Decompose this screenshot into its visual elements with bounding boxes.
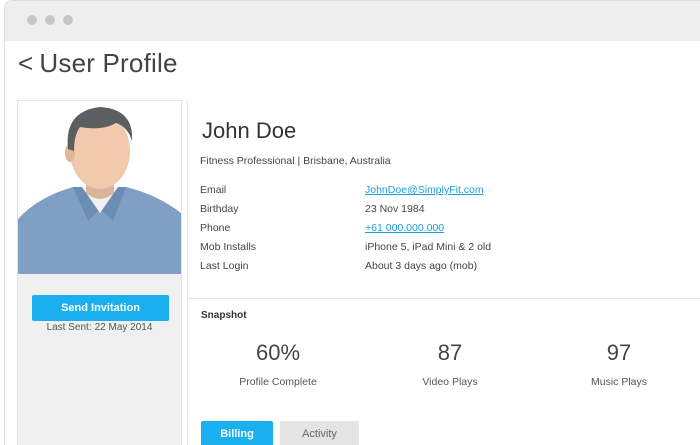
detail-label: Email: [200, 184, 227, 196]
tab-billing[interactable]: Billing: [201, 421, 273, 445]
detail-row-mob-installs: Mob Installs iPhone 5, iPad Mini & 2 old: [200, 241, 500, 260]
last-sent-date: 22 May 2014: [94, 322, 153, 333]
vertical-divider: [187, 100, 188, 445]
chevron-left-icon[interactable]: <: [18, 48, 33, 78]
detail-label: Mob Installs: [200, 241, 257, 253]
email-link[interactable]: JohnDoe@SimplyFit.com: [365, 184, 484, 196]
stat-label: Music Plays: [590, 376, 647, 388]
profile-name: John Doe: [202, 118, 297, 143]
stat-label: Video Plays: [422, 376, 478, 388]
send-invitation-button[interactable]: Send Invitation: [32, 295, 169, 321]
user-avatar-icon: [18, 101, 181, 274]
avatar: [18, 101, 181, 274]
snapshot-title: Snapshot: [201, 310, 247, 321]
detail-value: 23 Nov 1984: [365, 203, 425, 215]
profile-headline: Fitness Professional | Brisbane, Austral…: [200, 155, 391, 167]
horizontal-divider: [187, 298, 700, 299]
window-dot-icon[interactable]: [63, 15, 73, 25]
detail-label: Phone: [200, 222, 231, 234]
page-title[interactable]: < User Profile: [18, 48, 178, 79]
detail-label: Birthday: [200, 203, 239, 215]
stat-value: 87: [437, 340, 463, 365]
detail-row-phone: Phone +61 000.000.000: [200, 222, 500, 241]
tab-activity[interactable]: Activity: [280, 421, 359, 445]
window-titlebar: [5, 1, 700, 41]
profile-details: Email JohnDoe@SimplyFit.com Birthday 23 …: [200, 184, 500, 279]
last-sent-label: Last Sent:: [46, 322, 92, 333]
last-sent-info: Last Sent: 22 May 2014: [18, 322, 181, 333]
detail-row-birthday: Birthday 23 Nov 1984: [200, 203, 500, 222]
detail-row-last-login: Last Login About 3 days ago (mob): [200, 260, 500, 279]
stat-label: Profile Complete: [239, 376, 317, 388]
detail-label: Last Login: [200, 260, 249, 272]
page-title-text: User Profile: [39, 48, 178, 78]
detail-row-email: Email JohnDoe@SimplyFit.com: [200, 184, 500, 203]
window-dot-icon[interactable]: [27, 15, 37, 25]
stat-video-plays: 87 Video Plays: [385, 340, 515, 388]
phone-link[interactable]: +61 000.000.000: [365, 222, 444, 234]
stat-value: 60%: [255, 340, 301, 365]
detail-value: About 3 days ago (mob): [365, 260, 478, 272]
profile-sidebar: Send Invitation Last Sent: 22 May 2014: [17, 100, 182, 445]
detail-value: iPhone 5, iPad Mini & 2 old: [365, 241, 492, 253]
stat-value: 97: [606, 340, 632, 365]
stat-profile-complete: 60% Profile Complete: [213, 340, 343, 388]
window-dot-icon[interactable]: [45, 15, 55, 25]
stat-music-plays: 97 Music Plays: [554, 340, 684, 388]
